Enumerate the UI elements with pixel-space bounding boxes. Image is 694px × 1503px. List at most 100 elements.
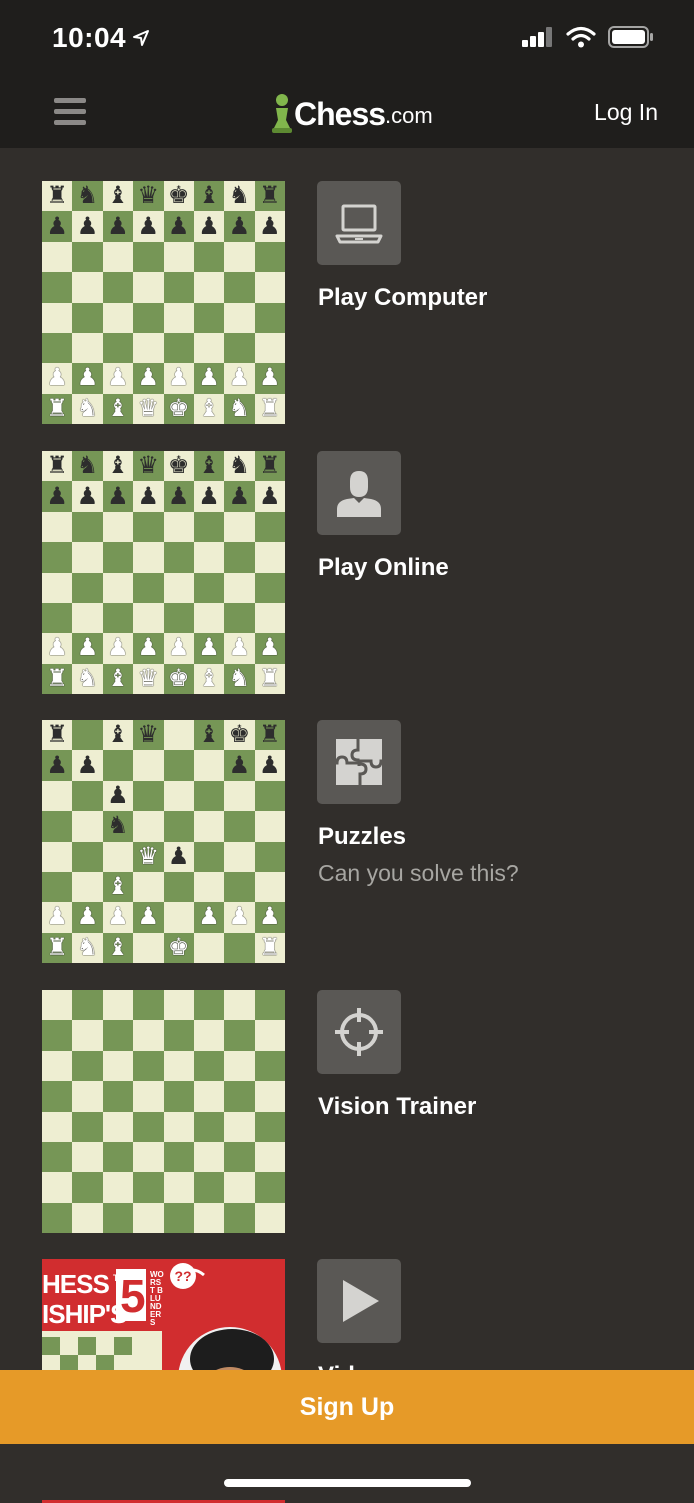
board-square: ♟ [193,633,225,664]
puzzle-icon[interactable] [317,720,401,804]
board-square [102,302,134,333]
menu-row-play-computer[interactable]: ♜ ♞ ♝ ♛ ♚ ♝ ♞ ♜ ♟ ♟ ♟ ♟ ♟ ♟ ♟ ♟ ♟ ♟ ♟ ♟ ♟ ♟ ♟ ♟ ♜ ♞ ♝ ♛ ♚ ♝ ♞ ♜ Play Co… [42,181,662,425]
person-icon[interactable] [317,451,401,535]
board-square [102,1202,134,1233]
board-square [72,1202,103,1233]
white-rook-icon: ♜ [259,394,281,422]
board-square: ♜ [254,932,285,963]
board-square [72,1141,103,1173]
board-square: ♞ [224,451,255,482]
login-button[interactable]: Log In [594,99,658,126]
board-square: ♜ [42,451,73,482]
hamburger-menu-icon[interactable] [54,98,86,126]
board-square [72,241,103,273]
black-rook-icon: ♜ [259,721,281,749]
board-square [254,602,285,634]
black-bishop-icon: ♝ [107,721,129,749]
board-square [163,1172,194,1203]
black-pawn-icon: ♟ [107,212,129,240]
board-square: ♝ [193,451,225,482]
board-square: ♛ [133,841,164,872]
board-square [193,1202,225,1233]
board-square [224,780,255,812]
board-square [193,1020,225,1051]
board-square: ♟ [163,841,194,872]
board-square [42,1202,73,1233]
board-square [224,542,255,573]
black-queen-icon: ♛ [137,452,160,480]
black-pawn-icon: ♟ [259,212,281,240]
board-square [254,1020,285,1051]
black-pawn-icon: ♟ [46,482,68,510]
board-square [42,1172,73,1203]
board-square [72,542,103,573]
board-square [42,602,73,634]
board-square: ♛ [133,181,164,212]
board-square: ♟ [133,363,164,394]
menu-row-vision-trainer[interactable]: Vision Trainer [42,990,662,1234]
white-pawn-icon: ♟ [107,903,129,931]
black-bishop-icon: ♝ [107,452,129,480]
top-nav-bar: Chess .com Log In [0,80,694,148]
board-square [102,1141,134,1173]
board-square: ♝ [102,663,134,694]
board-square [133,1141,164,1173]
white-knight-icon: ♞ [228,664,251,692]
board-square: ♝ [102,720,134,751]
board-square [72,272,103,303]
board-square [163,332,194,364]
status-bar: 10:04 [0,0,694,80]
board-square [133,511,164,543]
board-square: ♟ [163,363,194,394]
menu-row-play-online[interactable]: ♜ ♞ ♝ ♛ ♚ ♝ ♞ ♜ ♟ ♟ ♟ ♟ ♟ ♟ ♟ ♟ ♟ ♟ ♟ ♟ ♟ ♟ ♟ ♟ ♜ ♞ ♝ ♛ ♚ ♝ ♞ ♜ Play On… [42,451,662,695]
board-square: ♟ [224,750,255,781]
board-square [224,1081,255,1112]
white-pawn-icon: ♟ [137,634,160,662]
sign-up-button[interactable]: Sign Up [0,1370,694,1444]
chess-board-preview[interactable]: ♜ ♝ ♛ ♝ ♚ ♜ ♟ ♟ ♟ ♟ ♟ ♞ ♛ ♟ ♝ ♟ ♟ ♟ ♟ ♟ ♟ ♟ ♜ ♞ ♝ ♚ ♜ [42,720,285,963]
home-indicator[interactable] [224,1479,471,1487]
board-square: ♟ [102,780,134,812]
laptop-icon[interactable] [317,181,401,265]
black-queen-icon: ♛ [137,721,160,749]
board-square [193,511,225,543]
board-square [163,241,194,273]
board-square: ♞ [72,932,103,963]
board-square [224,241,255,273]
white-pawn-icon: ♟ [46,364,68,392]
board-square [133,602,164,634]
board-square [254,1081,285,1112]
board-square: ♟ [42,481,73,512]
white-pawn-icon: ♟ [198,634,220,662]
black-bishop-icon: ♝ [198,182,220,210]
crosshair-icon[interactable] [317,990,401,1074]
white-pawn-icon: ♟ [46,903,68,931]
board-square [133,750,164,781]
row-title: Puzzles [318,823,407,850]
chess-board-preview[interactable] [42,990,285,1233]
board-square [193,272,225,303]
black-rook-icon: ♜ [46,182,68,210]
white-pawn-icon: ♟ [198,364,220,392]
play-icon[interactable] [317,1259,401,1343]
black-pawn-icon: ♟ [137,482,160,510]
board-square [133,1202,164,1233]
chess-board-preview[interactable]: ♜ ♞ ♝ ♛ ♚ ♝ ♞ ♜ ♟ ♟ ♟ ♟ ♟ ♟ ♟ ♟ ♟ ♟ ♟ ♟ ♟ ♟ ♟ ♟ ♜ ♞ ♝ ♛ ♚ ♝ ♞ ♜ [42,181,285,424]
chess-board-preview[interactable]: ♜ ♞ ♝ ♛ ♚ ♝ ♞ ♜ ♟ ♟ ♟ ♟ ♟ ♟ ♟ ♟ ♟ ♟ ♟ ♟ ♟ ♟ ♟ ♟ ♜ ♞ ♝ ♛ ♚ ♝ ♞ ♜ [42,451,285,694]
board-square: ♟ [163,481,194,512]
board-square [163,902,194,933]
thumb-badge-number: 5 [120,1270,146,1322]
board-square: ♟ [102,363,134,394]
black-pawn-icon: ♟ [198,212,220,240]
board-square [193,750,225,781]
board-square: ♟ [72,902,103,933]
board-square [254,511,285,543]
board-square [72,602,103,634]
board-square [72,1081,103,1112]
board-square [102,1020,134,1051]
menu-row-puzzles[interactable]: ♜ ♝ ♛ ♝ ♚ ♜ ♟ ♟ ♟ ♟ ♟ ♞ ♛ ♟ ♝ ♟ ♟ ♟ ♟ ♟ ♟ ♟ ♜ ♞ ♝ ♚ ♜ Puzzles Can … [42,720,662,964]
white-bishop-icon: ♝ [107,873,129,901]
board-square [163,1202,194,1233]
board-square [133,780,164,812]
board-square [163,542,194,573]
